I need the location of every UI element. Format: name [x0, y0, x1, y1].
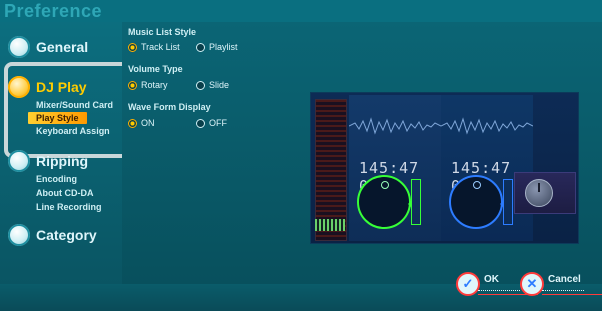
jog-wheel-right [449, 175, 503, 229]
sidebar-group-ripping[interactable]: Ripping [8, 150, 88, 172]
radio-label: Playlist [209, 42, 238, 52]
sidebar-group-general[interactable]: General [8, 36, 88, 58]
radio-playlist[interactable]: Playlist [196, 42, 238, 52]
radio-icon [196, 118, 205, 128]
sidebar-item-about-cd-da[interactable]: About CD-DA [36, 188, 94, 198]
radio-label: Track List [141, 42, 180, 52]
radio-label: ON [141, 118, 155, 128]
radio-label: OFF [209, 118, 227, 128]
radio-icon [196, 42, 205, 52]
cancel-button[interactable]: ✕ Cancel [520, 272, 602, 296]
cancel-underline [542, 290, 584, 291]
title-bar: Preference [0, 0, 602, 22]
sidebar-group-label: General [36, 39, 89, 55]
play-style-preview: 145:47 00 145:47 00 [310, 92, 579, 244]
pitch-marker [408, 200, 412, 208]
jog-marker [473, 181, 481, 189]
footer-bar [0, 284, 602, 311]
radio-wave-off[interactable]: OFF [196, 118, 227, 128]
volume-knob-panel [514, 172, 576, 214]
cancel-label: Cancel [548, 273, 581, 285]
sidebar-item-line-recording[interactable]: Line Recording [36, 202, 102, 212]
close-icon: ✕ [520, 272, 544, 296]
sidebar-item-encoding[interactable]: Encoding [36, 174, 77, 184]
ok-button[interactable]: ✓ OK [456, 272, 538, 296]
ok-label: OK [484, 273, 499, 285]
jog-marker [381, 181, 389, 189]
pitch-marker [500, 200, 504, 208]
focus-highlight-box [4, 62, 138, 158]
cancel-redline [542, 294, 602, 295]
preference-window: Preference General DJ Play Mixer/Sound C… [0, 0, 602, 311]
ok-underline [478, 290, 520, 291]
jog-wheel-left [357, 175, 411, 229]
deck-left: 145:47 00 [349, 95, 441, 241]
disc-icon [8, 224, 30, 246]
radio-slide[interactable]: Slide [196, 80, 229, 90]
radio-wave-on[interactable]: ON [128, 118, 155, 128]
sidebar-group-category[interactable]: Category [8, 224, 97, 246]
radio-rotary[interactable]: Rotary [128, 80, 168, 90]
waveform-right [441, 117, 533, 135]
radio-icon [128, 80, 137, 90]
sidebar-group-label: Category [36, 227, 97, 243]
radio-icon [128, 42, 137, 52]
pitch-slider-left [408, 179, 421, 225]
disc-icon [8, 36, 30, 58]
radio-label: Slide [209, 80, 230, 90]
check-icon: ✓ [456, 272, 480, 296]
deck-right: 145:47 00 [441, 95, 533, 241]
rotary-knob-icon [525, 179, 553, 207]
radio-track-list[interactable]: Track List [128, 42, 180, 52]
waveform-left [349, 117, 441, 135]
pitch-slider-right [500, 179, 513, 225]
meter-indicator [315, 219, 345, 231]
volume-type-title: Volume Type [128, 64, 183, 74]
wave-form-display-title: Wave Form Display [128, 102, 211, 112]
radio-icon [196, 80, 205, 90]
window-title: Preference [4, 1, 103, 21]
sidebar-group-label: Ripping [36, 153, 89, 169]
disc-icon [8, 150, 30, 172]
music-list-style-title: Music List Style [128, 27, 197, 37]
radio-label: Rotary [141, 80, 168, 90]
radio-icon [128, 118, 137, 128]
knob-needle [538, 183, 540, 192]
